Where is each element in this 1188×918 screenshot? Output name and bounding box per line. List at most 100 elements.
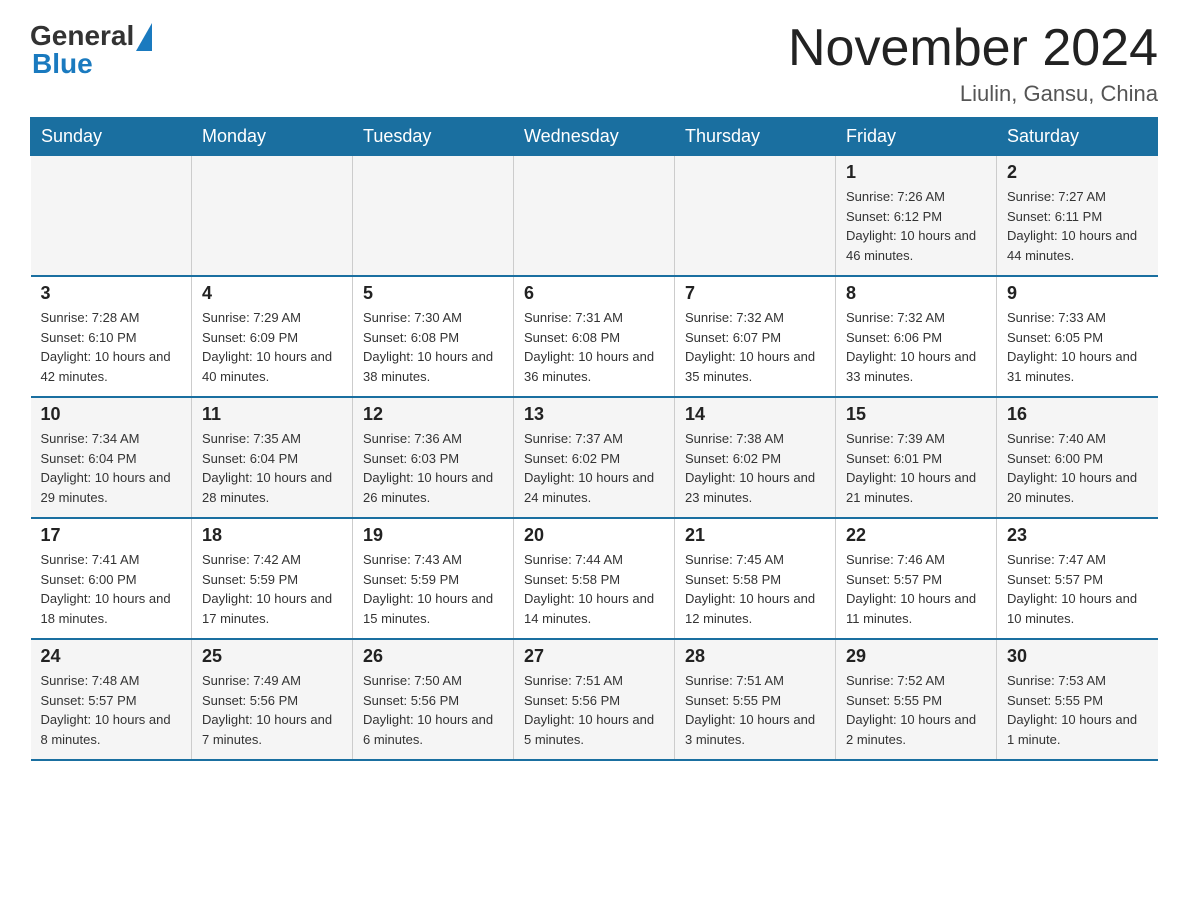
day-info: Sunrise: 7:28 AM Sunset: 6:10 PM Dayligh… (41, 308, 182, 386)
day-number: 18 (202, 525, 342, 546)
day-number: 8 (846, 283, 986, 304)
day-info: Sunrise: 7:32 AM Sunset: 6:07 PM Dayligh… (685, 308, 825, 386)
day-info: Sunrise: 7:52 AM Sunset: 5:55 PM Dayligh… (846, 671, 986, 749)
day-info: Sunrise: 7:45 AM Sunset: 5:58 PM Dayligh… (685, 550, 825, 628)
calendar-table: SundayMondayTuesdayWednesdayThursdayFrid… (30, 117, 1158, 761)
day-number: 28 (685, 646, 825, 667)
weekday-header-wednesday: Wednesday (514, 118, 675, 156)
calendar-cell: 30 Sunrise: 7:53 AM Sunset: 5:55 PM Dayli… (997, 639, 1158, 760)
day-number: 5 (363, 283, 503, 304)
calendar-cell: 25Sunrise: 7:49 AM Sunset: 5:56 PM Dayli… (192, 639, 353, 760)
day-number: 15 (846, 404, 986, 425)
day-number: 30 (1007, 646, 1148, 667)
calendar-week-row: 3Sunrise: 7:28 AM Sunset: 6:10 PM Daylig… (31, 276, 1158, 397)
calendar-cell: 20 Sunrise: 7:44 AM Sunset: 5:58 PM Dayli… (514, 518, 675, 639)
day-info: Sunrise: 7:49 AM Sunset: 5:56 PM Dayligh… (202, 671, 342, 749)
day-info: Sunrise: 7:44 AM Sunset: 5:58 PM Dayligh… (524, 550, 664, 628)
day-info: Sunrise: 7:51 AM Sunset: 5:56 PM Dayligh… (524, 671, 664, 749)
calendar-cell: 8 Sunrise: 7:32 AM Sunset: 6:06 PM Daylig… (836, 276, 997, 397)
logo-blue-text: Blue (32, 48, 93, 80)
day-info: Sunrise: 7:31 AM Sunset: 6:08 PM Dayligh… (524, 308, 664, 386)
day-info: Sunrise: 7:40 AM Sunset: 6:00 PM Dayligh… (1007, 429, 1148, 507)
logo: General Blue (30, 20, 152, 80)
calendar-week-row: 17Sunrise: 7:41 AM Sunset: 6:00 PM Dayli… (31, 518, 1158, 639)
day-info: Sunrise: 7:36 AM Sunset: 6:03 PM Dayligh… (363, 429, 503, 507)
calendar-cell (514, 156, 675, 277)
month-title: November 2024 (788, 20, 1158, 77)
calendar-cell: 2 Sunrise: 7:27 AM Sunset: 6:11 PM Daylig… (997, 156, 1158, 277)
day-number: 27 (524, 646, 664, 667)
day-number: 7 (685, 283, 825, 304)
calendar-cell (31, 156, 192, 277)
calendar-cell: 6 Sunrise: 7:31 AM Sunset: 6:08 PM Daylig… (514, 276, 675, 397)
calendar-cell: 14Sunrise: 7:38 AM Sunset: 6:02 PM Dayli… (675, 397, 836, 518)
day-info: Sunrise: 7:46 AM Sunset: 5:57 PM Dayligh… (846, 550, 986, 628)
calendar-cell: 1 Sunrise: 7:26 AM Sunset: 6:12 PM Daylig… (836, 156, 997, 277)
calendar-cell: 17Sunrise: 7:41 AM Sunset: 6:00 PM Dayli… (31, 518, 192, 639)
day-number: 21 (685, 525, 825, 546)
day-info: Sunrise: 7:32 AM Sunset: 6:06 PM Dayligh… (846, 308, 986, 386)
day-number: 2 (1007, 162, 1148, 183)
day-info: Sunrise: 7:50 AM Sunset: 5:56 PM Dayligh… (363, 671, 503, 749)
day-number: 17 (41, 525, 182, 546)
day-number: 19 (363, 525, 503, 546)
day-info: Sunrise: 7:29 AM Sunset: 6:09 PM Dayligh… (202, 308, 342, 386)
title-section: November 2024 Liulin, Gansu, China (788, 20, 1158, 107)
day-number: 1 (846, 162, 986, 183)
day-info: Sunrise: 7:26 AM Sunset: 6:12 PM Dayligh… (846, 187, 986, 265)
calendar-week-row: 10Sunrise: 7:34 AM Sunset: 6:04 PM Dayli… (31, 397, 1158, 518)
calendar-cell: 3Sunrise: 7:28 AM Sunset: 6:10 PM Daylig… (31, 276, 192, 397)
day-info: Sunrise: 7:37 AM Sunset: 6:02 PM Dayligh… (524, 429, 664, 507)
weekday-header-friday: Friday (836, 118, 997, 156)
calendar-cell: 21 Sunrise: 7:45 AM Sunset: 5:58 PM Dayli… (675, 518, 836, 639)
calendar-cell: 13 Sunrise: 7:37 AM Sunset: 6:02 PM Dayli… (514, 397, 675, 518)
day-info: Sunrise: 7:38 AM Sunset: 6:02 PM Dayligh… (685, 429, 825, 507)
day-number: 20 (524, 525, 664, 546)
day-info: Sunrise: 7:39 AM Sunset: 6:01 PM Dayligh… (846, 429, 986, 507)
calendar-cell: 26Sunrise: 7:50 AM Sunset: 5:56 PM Dayli… (353, 639, 514, 760)
header: General Blue November 2024 Liulin, Gansu… (30, 20, 1158, 107)
day-info: Sunrise: 7:53 AM Sunset: 5:55 PM Dayligh… (1007, 671, 1148, 749)
calendar-cell: 4 Sunrise: 7:29 AM Sunset: 6:09 PM Daylig… (192, 276, 353, 397)
weekday-header-saturday: Saturday (997, 118, 1158, 156)
calendar-cell: 11 Sunrise: 7:35 AM Sunset: 6:04 PM Dayli… (192, 397, 353, 518)
day-number: 13 (524, 404, 664, 425)
logo-triangle-icon (136, 23, 152, 51)
calendar-cell: 10Sunrise: 7:34 AM Sunset: 6:04 PM Dayli… (31, 397, 192, 518)
weekday-header-thursday: Thursday (675, 118, 836, 156)
calendar-cell: 16 Sunrise: 7:40 AM Sunset: 6:00 PM Dayli… (997, 397, 1158, 518)
weekday-header-monday: Monday (192, 118, 353, 156)
day-number: 16 (1007, 404, 1148, 425)
day-number: 11 (202, 404, 342, 425)
calendar-cell (353, 156, 514, 277)
day-info: Sunrise: 7:42 AM Sunset: 5:59 PM Dayligh… (202, 550, 342, 628)
calendar-cell: 12 Sunrise: 7:36 AM Sunset: 6:03 PM Dayli… (353, 397, 514, 518)
day-info: Sunrise: 7:51 AM Sunset: 5:55 PM Dayligh… (685, 671, 825, 749)
day-number: 29 (846, 646, 986, 667)
calendar-cell: 19 Sunrise: 7:43 AM Sunset: 5:59 PM Dayli… (353, 518, 514, 639)
calendar-cell: 22Sunrise: 7:46 AM Sunset: 5:57 PM Dayli… (836, 518, 997, 639)
weekday-header-tuesday: Tuesday (353, 118, 514, 156)
calendar-cell: 28 Sunrise: 7:51 AM Sunset: 5:55 PM Dayli… (675, 639, 836, 760)
day-info: Sunrise: 7:27 AM Sunset: 6:11 PM Dayligh… (1007, 187, 1148, 265)
day-number: 24 (41, 646, 182, 667)
day-number: 23 (1007, 525, 1148, 546)
calendar-week-row: 1 Sunrise: 7:26 AM Sunset: 6:12 PM Daylig… (31, 156, 1158, 277)
calendar-cell: 18 Sunrise: 7:42 AM Sunset: 5:59 PM Dayli… (192, 518, 353, 639)
day-number: 9 (1007, 283, 1148, 304)
day-info: Sunrise: 7:48 AM Sunset: 5:57 PM Dayligh… (41, 671, 182, 749)
calendar-cell: 15 Sunrise: 7:39 AM Sunset: 6:01 PM Dayli… (836, 397, 997, 518)
day-number: 4 (202, 283, 342, 304)
location-title: Liulin, Gansu, China (788, 81, 1158, 107)
day-info: Sunrise: 7:43 AM Sunset: 5:59 PM Dayligh… (363, 550, 503, 628)
calendar-cell (675, 156, 836, 277)
calendar-cell: 5Sunrise: 7:30 AM Sunset: 6:08 PM Daylig… (353, 276, 514, 397)
calendar-cell: 29 Sunrise: 7:52 AM Sunset: 5:55 PM Dayli… (836, 639, 997, 760)
day-info: Sunrise: 7:35 AM Sunset: 6:04 PM Dayligh… (202, 429, 342, 507)
day-info: Sunrise: 7:34 AM Sunset: 6:04 PM Dayligh… (41, 429, 182, 507)
calendar-week-row: 24 Sunrise: 7:48 AM Sunset: 5:57 PM Dayli… (31, 639, 1158, 760)
day-info: Sunrise: 7:33 AM Sunset: 6:05 PM Dayligh… (1007, 308, 1148, 386)
day-number: 6 (524, 283, 664, 304)
day-number: 12 (363, 404, 503, 425)
weekday-header-row: SundayMondayTuesdayWednesdayThursdayFrid… (31, 118, 1158, 156)
